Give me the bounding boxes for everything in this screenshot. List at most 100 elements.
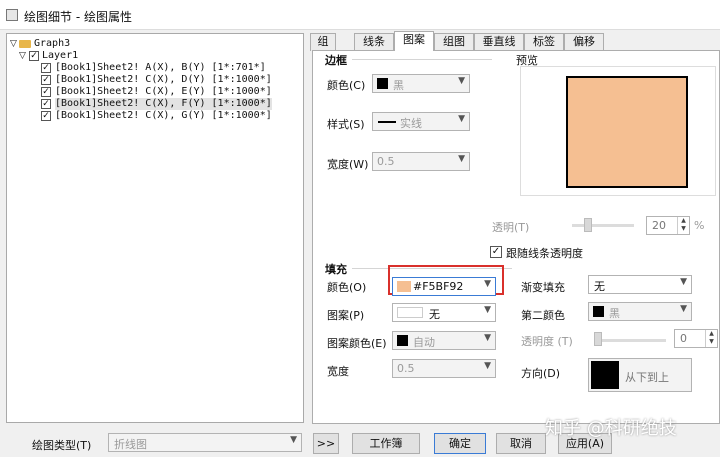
fill-width-value: 0.5	[397, 362, 415, 375]
tree-plot-item[interactable]: [Book1]Sheet2! A(X), B(Y) [1*:701*]	[55, 62, 266, 74]
plot-checkbox[interactable]: ✓	[41, 63, 51, 73]
follow-line-checkbox[interactable]: ✓	[490, 246, 502, 258]
tab-labels[interactable]: 标签	[524, 33, 564, 51]
transparency-value: 20	[652, 219, 666, 232]
fill-opacity-slider[interactable]	[596, 339, 666, 342]
plot-type-select[interactable]: 折线图 ▼	[108, 433, 302, 452]
dropdown-arrow-icon: ▼	[458, 154, 465, 164]
dropdown-arrow-icon: ▼	[484, 305, 491, 315]
dropdown-arrow-icon: ▼	[680, 277, 687, 287]
second-color-select[interactable]: 黑 ▼	[588, 302, 692, 321]
direction-select[interactable]: 从下到上	[588, 358, 692, 392]
color-swatch	[377, 78, 388, 89]
pattern-color-label: 图案颜色(E)	[327, 337, 387, 350]
fill-width-label: 宽度	[327, 365, 349, 378]
border-style-label: 样式(S)	[327, 118, 365, 131]
fill-width-select[interactable]: 0.5 ▼	[392, 359, 496, 378]
dropdown-arrow-icon: ▼	[290, 435, 297, 445]
second-color-value: 黑	[609, 307, 620, 320]
follow-line-label: 跟随线条透明度	[506, 247, 583, 260]
tree-root-graph[interactable]: Graph3	[34, 38, 70, 50]
pattern-value: 无	[429, 308, 440, 321]
dropdown-arrow-icon: ▼	[458, 114, 465, 124]
app-icon	[6, 9, 18, 21]
tree-plot-item[interactable]: [Book1]Sheet2! C(X), G(Y) [1*:1000*]	[55, 110, 272, 122]
pattern-color-value: 自动	[413, 336, 435, 349]
expand-button[interactable]: >>	[313, 433, 339, 454]
transparency-slider[interactable]	[572, 224, 634, 227]
folder-icon	[19, 40, 31, 48]
ok-button[interactable]: 确定	[434, 433, 486, 454]
plot-checkbox[interactable]: ✓	[41, 87, 51, 97]
fill-color-label: 颜色(O)	[327, 281, 367, 294]
border-width-label: 宽度(W)	[327, 158, 369, 171]
border-width-value: 0.5	[377, 155, 395, 168]
plot-type-label: 绘图类型(T)	[32, 439, 92, 452]
color-swatch	[397, 335, 408, 346]
fill-opacity-spinner[interactable]: 0 ▲ ▼	[674, 329, 718, 348]
fill-opacity-value: 0	[680, 332, 687, 345]
cancel-button[interactable]: 取消	[496, 433, 546, 454]
pattern-select[interactable]: 无 ▼	[392, 303, 496, 322]
gradient-select[interactable]: 无 ▼	[588, 275, 692, 294]
fill-section-title: 填充	[325, 263, 347, 276]
title-bar: 绘图细节 - 绘图属性	[0, 0, 720, 30]
spinner-arrows-icon[interactable]: ▲ ▼	[677, 217, 689, 234]
gradient-label: 渐变填充	[521, 281, 565, 294]
tab-group[interactable]: 组	[310, 33, 336, 51]
second-color-label: 第二颜色	[521, 309, 565, 322]
gradient-value: 无	[594, 280, 605, 293]
tab-group-plot[interactable]: 组图	[434, 33, 474, 51]
plot-checkbox[interactable]: ✓	[41, 99, 51, 109]
dropdown-arrow-icon: ▼	[484, 279, 491, 289]
percent-unit: %	[694, 219, 705, 232]
transparency-label: 透明(T)	[492, 221, 530, 234]
direction-label: 方向(D)	[521, 367, 561, 380]
plot-type-value: 折线图	[114, 438, 147, 451]
dropdown-arrow-icon: ▼	[680, 304, 687, 314]
tree-plot-item[interactable]: [Book1]Sheet2! C(X), E(Y) [1*:1000*]	[55, 86, 272, 98]
line-style-icon	[378, 121, 396, 123]
collapse-icon[interactable]: ▽	[10, 39, 19, 49]
layer-checkbox[interactable]: ✓	[29, 51, 39, 61]
fill-opacity-slider-thumb[interactable]	[594, 332, 602, 346]
pattern-color-select[interactable]: 自动 ▼	[392, 331, 496, 350]
tab-offset[interactable]: 偏移	[564, 33, 604, 51]
pattern-swatch	[397, 307, 423, 318]
spinner-arrows-icon[interactable]: ▲ ▼	[705, 330, 717, 347]
border-color-label: 颜色(C)	[327, 79, 366, 92]
border-style-select[interactable]: 实线 ▼	[372, 112, 470, 131]
tab-drop-lines[interactable]: 垂直线	[474, 33, 524, 51]
direction-swatch	[591, 361, 619, 389]
border-section-title: 边框	[325, 54, 347, 67]
tree-layer[interactable]: Layer1	[42, 50, 78, 62]
plot-checkbox[interactable]: ✓	[41, 75, 51, 85]
color-swatch	[397, 281, 411, 292]
border-width-select[interactable]: 0.5 ▼	[372, 152, 470, 171]
transparency-spinner[interactable]: 20 ▲ ▼	[646, 216, 690, 235]
direction-value: 从下到上	[625, 371, 669, 384]
pattern-label: 图案(P)	[327, 309, 365, 322]
plot-checkbox[interactable]: ✓	[41, 111, 51, 121]
collapse-icon[interactable]: ▽	[19, 51, 28, 61]
fill-opacity-label: 透明度 (T)	[521, 335, 573, 348]
watermark: 知乎 @科研绝技	[545, 418, 677, 439]
border-color-value: 黑	[393, 79, 404, 92]
dropdown-arrow-icon: ▼	[458, 76, 465, 86]
tab-pattern[interactable]: 图案	[394, 31, 434, 51]
transparency-slider-thumb[interactable]	[584, 218, 592, 232]
window-title: 绘图细节 - 绘图属性	[24, 10, 132, 24]
color-swatch	[593, 306, 604, 317]
tree-plot-item-selected[interactable]: [Book1]Sheet2! C(X), F(Y) [1*:1000*]	[55, 98, 272, 110]
fill-color-select[interactable]: #F5BF92 ▼	[392, 277, 496, 296]
workbook-button[interactable]: 工作簿	[352, 433, 420, 454]
plot-tree[interactable]: ▽ Graph3 ▽ ✓ Layer1 ✓ [Book1]Sheet2! A(X…	[6, 33, 304, 423]
dropdown-arrow-icon: ▼	[484, 333, 491, 343]
dropdown-arrow-icon: ▼	[484, 361, 491, 371]
border-color-select[interactable]: 黑 ▼	[372, 74, 470, 93]
tab-line[interactable]: 线条	[354, 33, 394, 51]
divider	[352, 59, 492, 60]
tree-plot-item[interactable]: [Book1]Sheet2! C(X), D(Y) [1*:1000*]	[55, 74, 272, 86]
border-style-value: 实线	[400, 117, 422, 130]
tab-bar: 组 线条 图案 组图 垂直线 标签 偏移	[310, 31, 720, 51]
